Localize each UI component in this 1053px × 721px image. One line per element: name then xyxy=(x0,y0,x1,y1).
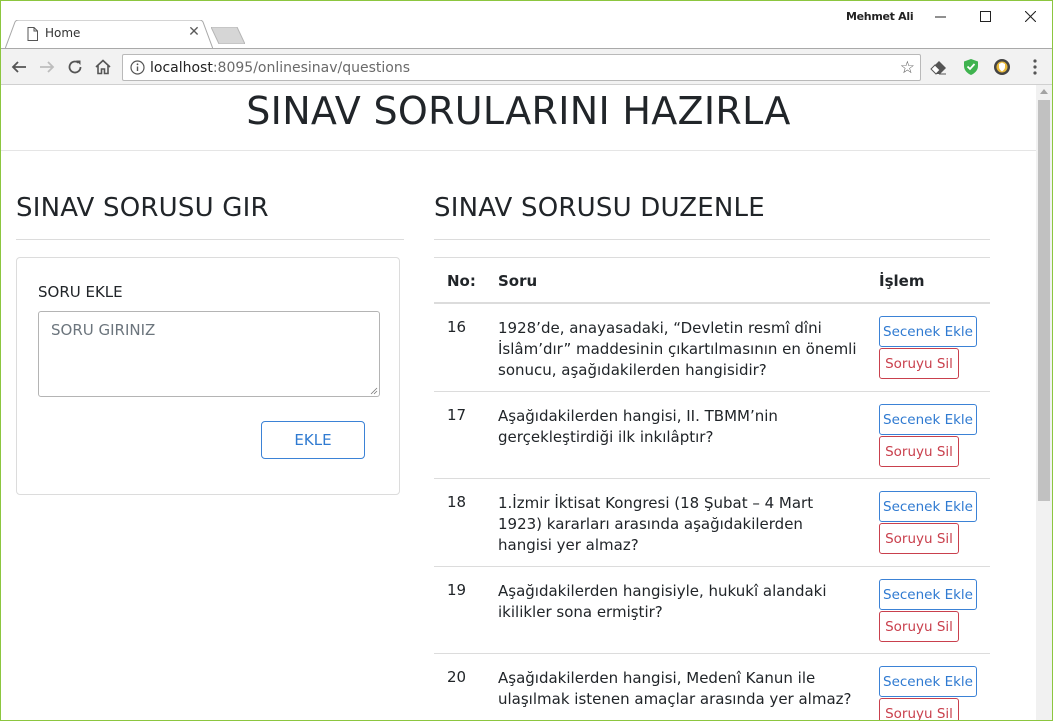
eraser-extension[interactable] xyxy=(928,57,948,77)
forward-arrow-icon xyxy=(40,61,55,73)
tab-title: Home xyxy=(45,26,81,40)
home-icon xyxy=(95,59,111,75)
divider xyxy=(16,239,404,240)
column-header-no: No: xyxy=(447,272,476,290)
delete-question-button[interactable]: Soruyu Sil xyxy=(879,698,959,720)
add-question-button[interactable]: EKLE xyxy=(261,421,365,459)
delete-question-button[interactable]: Soruyu Sil xyxy=(879,611,959,642)
delete-question-button[interactable]: Soruyu Sil xyxy=(879,348,959,379)
page-icon xyxy=(27,27,38,41)
question-text: Aşağıdakilerden hangisiyle, hukukî aland… xyxy=(498,582,827,621)
page-scrollbar[interactable] xyxy=(1036,85,1052,720)
delete-question-button[interactable]: Soruyu Sil xyxy=(879,523,959,554)
reload-icon xyxy=(68,60,82,74)
table-row: 16 1928’de, anayasadaki, “Devletin resmî… xyxy=(434,304,990,392)
browser-window: Home ✕ Mehmet Ali localhost:8095/onlines… xyxy=(0,0,1053,721)
page-header: SINAV SORULARINI HAZIRLA xyxy=(1,85,1036,151)
extension-icon xyxy=(994,59,1010,75)
profile-name[interactable]: Mehmet Ali xyxy=(846,10,914,23)
back-button[interactable] xyxy=(7,55,31,79)
url-text[interactable]: localhost:8095/onlinesinav/questions xyxy=(150,60,410,76)
page-title: SINAV SORULARINI HAZIRLA xyxy=(246,89,791,133)
window-close-button[interactable] xyxy=(1007,3,1052,29)
menu-icon xyxy=(1033,59,1037,75)
question-text: 1928’de, anayasadaki, “Devletin resmî dî… xyxy=(498,319,857,379)
table-row: 18 1.İzmir İktisat Kongresi (18 Şubat – … xyxy=(434,479,990,567)
home-button[interactable] xyxy=(91,55,115,79)
shield-extension[interactable] xyxy=(961,57,981,77)
column-header-question: Soru xyxy=(498,272,538,290)
resize-grip-icon[interactable] xyxy=(370,387,378,395)
close-icon[interactable]: ✕ xyxy=(186,24,202,40)
page-viewport: SINAV SORULARINI HAZIRLA SINAV SORUSU GI… xyxy=(1,85,1036,720)
minimize-button[interactable] xyxy=(917,3,963,29)
add-option-button[interactable]: Secenek Ekle xyxy=(879,666,977,697)
question-label: SORU EKLE xyxy=(38,283,123,301)
maximize-button[interactable] xyxy=(962,3,1008,29)
entry-section-title: SINAV SORUSU GIR xyxy=(16,193,269,223)
edit-section-title: SINAV SORUSU DUZENLE xyxy=(434,193,765,223)
add-option-button[interactable]: Secenek Ekle xyxy=(879,579,977,610)
new-tab-button[interactable] xyxy=(211,27,245,44)
add-option-button[interactable]: Secenek Ekle xyxy=(879,316,977,347)
browser-toolbar: localhost:8095/onlinesinav/questions ☆ xyxy=(1,48,1052,85)
table-header: No: Soru İşlem xyxy=(434,257,990,304)
question-text: Aşağıdakilerden hangisi, II. TBMM’nin ge… xyxy=(498,407,778,446)
table-row: 19 Aşağıdakilerden hangisiyle, hukukî al… xyxy=(434,567,990,654)
question-number: 20 xyxy=(447,668,467,686)
privacy-extension[interactable] xyxy=(992,57,1012,77)
url-host: localhost xyxy=(150,60,213,76)
address-bar[interactable]: localhost:8095/onlinesinav/questions ☆ xyxy=(122,54,921,81)
close-icon xyxy=(1024,10,1036,22)
scroll-up-icon[interactable] xyxy=(1040,89,1048,94)
question-number: 16 xyxy=(447,318,467,336)
scrollbar-thumb[interactable] xyxy=(1038,100,1050,501)
question-text: Aşağıdakilerden hangisi, Medenî Kanun il… xyxy=(498,669,852,708)
star-icon[interactable]: ☆ xyxy=(900,58,915,78)
question-textarea[interactable] xyxy=(38,311,380,397)
delete-question-button[interactable]: Soruyu Sil xyxy=(879,436,959,467)
eraser-icon xyxy=(929,60,946,75)
minimize-icon xyxy=(934,16,946,17)
question-text: 1.İzmir İktisat Kongresi (18 Şubat – 4 M… xyxy=(498,494,814,554)
forward-button[interactable] xyxy=(35,55,59,79)
question-number: 19 xyxy=(447,581,467,599)
add-option-button[interactable]: Secenek Ekle xyxy=(879,404,977,435)
table-row: 20 Aşağıdakilerden hangisi, Medenî Kanun… xyxy=(434,654,990,720)
maximize-icon xyxy=(979,10,991,22)
table-row: 17 Aşağıdakilerden hangisi, II. TBMM’nin… xyxy=(434,392,990,479)
tab-strip: Home ✕ Mehmet Ali xyxy=(1,1,1052,49)
url-path: :8095/onlinesinav/questions xyxy=(212,60,411,76)
reload-button[interactable] xyxy=(63,55,87,79)
info-icon[interactable] xyxy=(130,60,145,75)
questions-table: No: Soru İşlem 16 1928’de, anayasadaki, … xyxy=(434,257,990,720)
question-form-card: SORU EKLE EKLE xyxy=(16,257,400,495)
question-number: 18 xyxy=(447,493,467,511)
add-option-button[interactable]: Secenek Ekle xyxy=(879,491,977,522)
back-arrow-icon xyxy=(11,61,26,73)
column-header-action: İşlem xyxy=(879,272,925,290)
shield-icon xyxy=(964,59,978,75)
question-number: 17 xyxy=(447,406,467,424)
divider xyxy=(434,239,990,240)
browser-menu-button[interactable] xyxy=(1025,57,1045,77)
